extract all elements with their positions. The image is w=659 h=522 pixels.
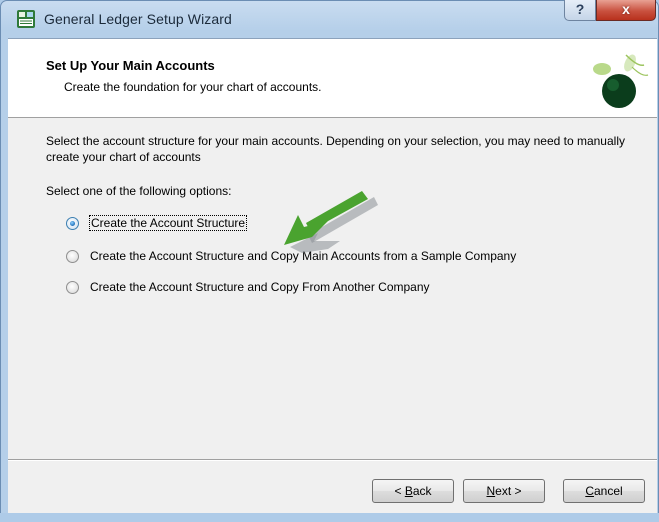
sage-leaf-logo bbox=[593, 54, 649, 108]
page-subtitle: Create the foundation for your chart of … bbox=[64, 80, 322, 94]
next-button[interactable]: Next > bbox=[463, 479, 545, 503]
wizard-header: Set Up Your Main Accounts Create the fou… bbox=[8, 39, 657, 118]
help-button[interactable]: ? bbox=[564, 0, 596, 21]
radio-unselected[interactable] bbox=[66, 281, 79, 294]
back-label: ack bbox=[412, 484, 432, 498]
next-label: ext > bbox=[495, 484, 522, 498]
radio-unselected[interactable] bbox=[66, 250, 79, 263]
next-mnemonic: N bbox=[486, 484, 496, 498]
window-title: General Ledger Setup Wizard bbox=[44, 11, 232, 27]
app-ledger-icon bbox=[17, 10, 35, 28]
back-button[interactable]: < Back bbox=[372, 479, 454, 503]
close-icon: x bbox=[622, 1, 630, 17]
footer-divider bbox=[8, 459, 657, 461]
back-mnemonic: B bbox=[404, 484, 413, 498]
cancel-mnemonic: C bbox=[585, 484, 594, 498]
help-icon: ? bbox=[575, 1, 585, 17]
option-label: Create the Account Structure bbox=[88, 215, 248, 231]
back-prefix: < bbox=[394, 484, 405, 498]
title-bar[interactable]: General Ledger Setup Wizard ? x bbox=[0, 0, 659, 38]
wizard-client-area: Set Up Your Main Accounts Create the fou… bbox=[8, 38, 657, 514]
cancel-label: ancel bbox=[593, 484, 623, 498]
close-button[interactable]: x bbox=[596, 0, 656, 21]
wizard-window: General Ledger Setup Wizard ? x Set Up Y… bbox=[0, 0, 659, 522]
window-bottom-frame bbox=[0, 513, 659, 522]
description-text: Select the account structure for your ma… bbox=[46, 134, 625, 164]
option-label: Create the Account Structure and Copy Fr… bbox=[90, 280, 430, 294]
page-title: Set Up Your Main Accounts bbox=[46, 58, 215, 73]
radio-selected[interactable] bbox=[66, 217, 79, 230]
options-prompt: Select one of the following options: bbox=[46, 184, 232, 198]
green-arrow-icon bbox=[284, 191, 378, 253]
cancel-button[interactable]: Cancel bbox=[563, 479, 645, 503]
